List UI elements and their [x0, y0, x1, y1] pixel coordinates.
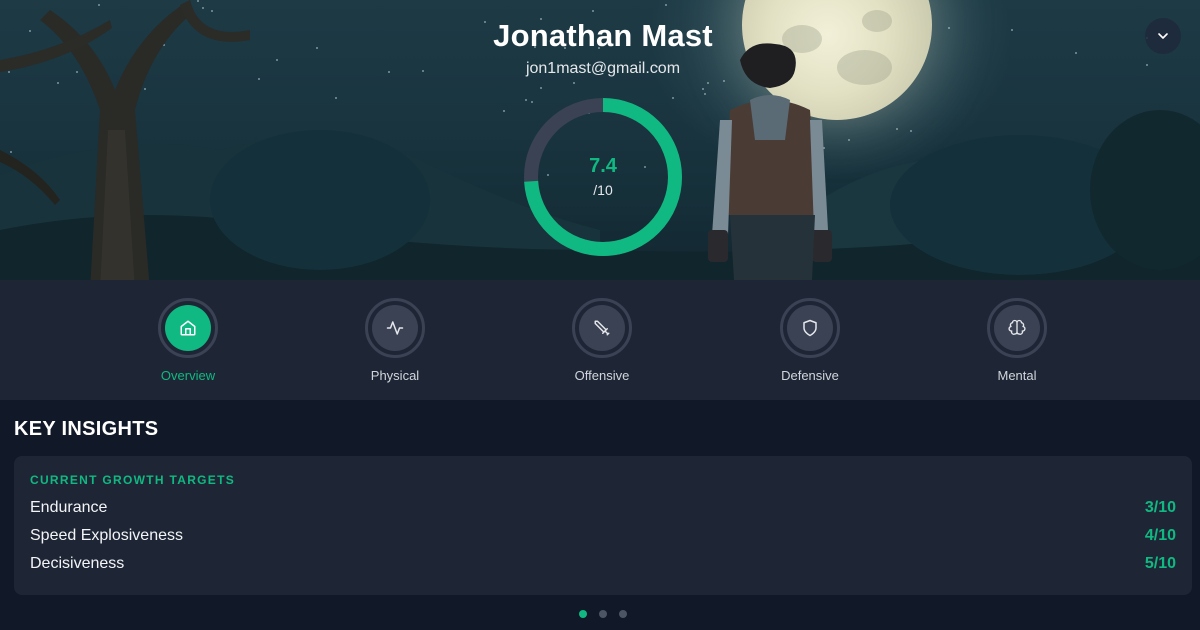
growth-target-row: Speed Explosiveness 4/10 — [30, 524, 1176, 548]
category-tabs: Overview Physical Offensive Defensive Me… — [0, 280, 1200, 400]
growth-target-row: Decisiveness 5/10 — [30, 552, 1176, 576]
pagination-dot-3[interactable] — [619, 610, 627, 618]
tab-offensive-circle — [572, 298, 632, 358]
target-score: 5/10 — [1144, 555, 1176, 572]
target-name: Decisiveness — [30, 555, 125, 572]
score-value: 7.4 — [589, 155, 617, 177]
tab-offensive[interactable]: Offensive — [542, 298, 662, 383]
tab-physical[interactable]: Physical — [335, 298, 455, 383]
sword-icon — [594, 320, 610, 336]
collapse-button[interactable] — [1145, 18, 1181, 54]
tab-physical-circle — [365, 298, 425, 358]
target-score: 3/10 — [1144, 499, 1176, 516]
chevron-down-icon — [1158, 33, 1168, 39]
growth-targets-card: CURRENT GROWTH TARGETS Endurance 3/10 Sp… — [14, 456, 1192, 595]
home-icon — [180, 320, 196, 336]
brain-icon — [1008, 319, 1026, 335]
tab-overview[interactable]: Overview — [128, 298, 248, 383]
tab-overview-circle — [158, 298, 218, 358]
activity-icon — [386, 321, 404, 335]
pagination-dot-2[interactable] — [599, 610, 607, 618]
pagination-dot-1[interactable] — [579, 610, 587, 618]
target-name: Endurance — [30, 499, 108, 516]
carousel-pagination — [0, 610, 1200, 618]
tab-defensive[interactable]: Defensive — [750, 298, 870, 383]
tab-mental-label: Mental — [997, 368, 1037, 383]
score-max: /10 — [593, 182, 613, 198]
hero-banner: Jonathan Mast jon1mast@gmail.com 7.4 /10 — [0, 0, 1200, 280]
shield-icon — [803, 319, 817, 337]
growth-targets-heading: CURRENT GROWTH TARGETS — [30, 473, 236, 487]
target-name: Speed Explosiveness — [30, 527, 183, 544]
profile-email: jon1mast@gmail.com — [525, 60, 681, 77]
growth-target-row: Endurance 3/10 — [30, 496, 1176, 520]
target-score: 4/10 — [1144, 527, 1176, 544]
key-insights-heading: KEY INSIGHTS — [14, 418, 159, 440]
tab-mental[interactable]: Mental — [957, 298, 1077, 383]
profile-name: Jonathan Mast — [493, 18, 713, 53]
tab-overview-label: Overview — [160, 368, 216, 383]
tab-mental-circle — [987, 298, 1047, 358]
tab-defensive-label: Defensive — [781, 368, 839, 383]
tab-offensive-label: Offensive — [574, 368, 630, 383]
tab-physical-label: Physical — [370, 368, 420, 383]
tab-defensive-circle — [780, 298, 840, 358]
